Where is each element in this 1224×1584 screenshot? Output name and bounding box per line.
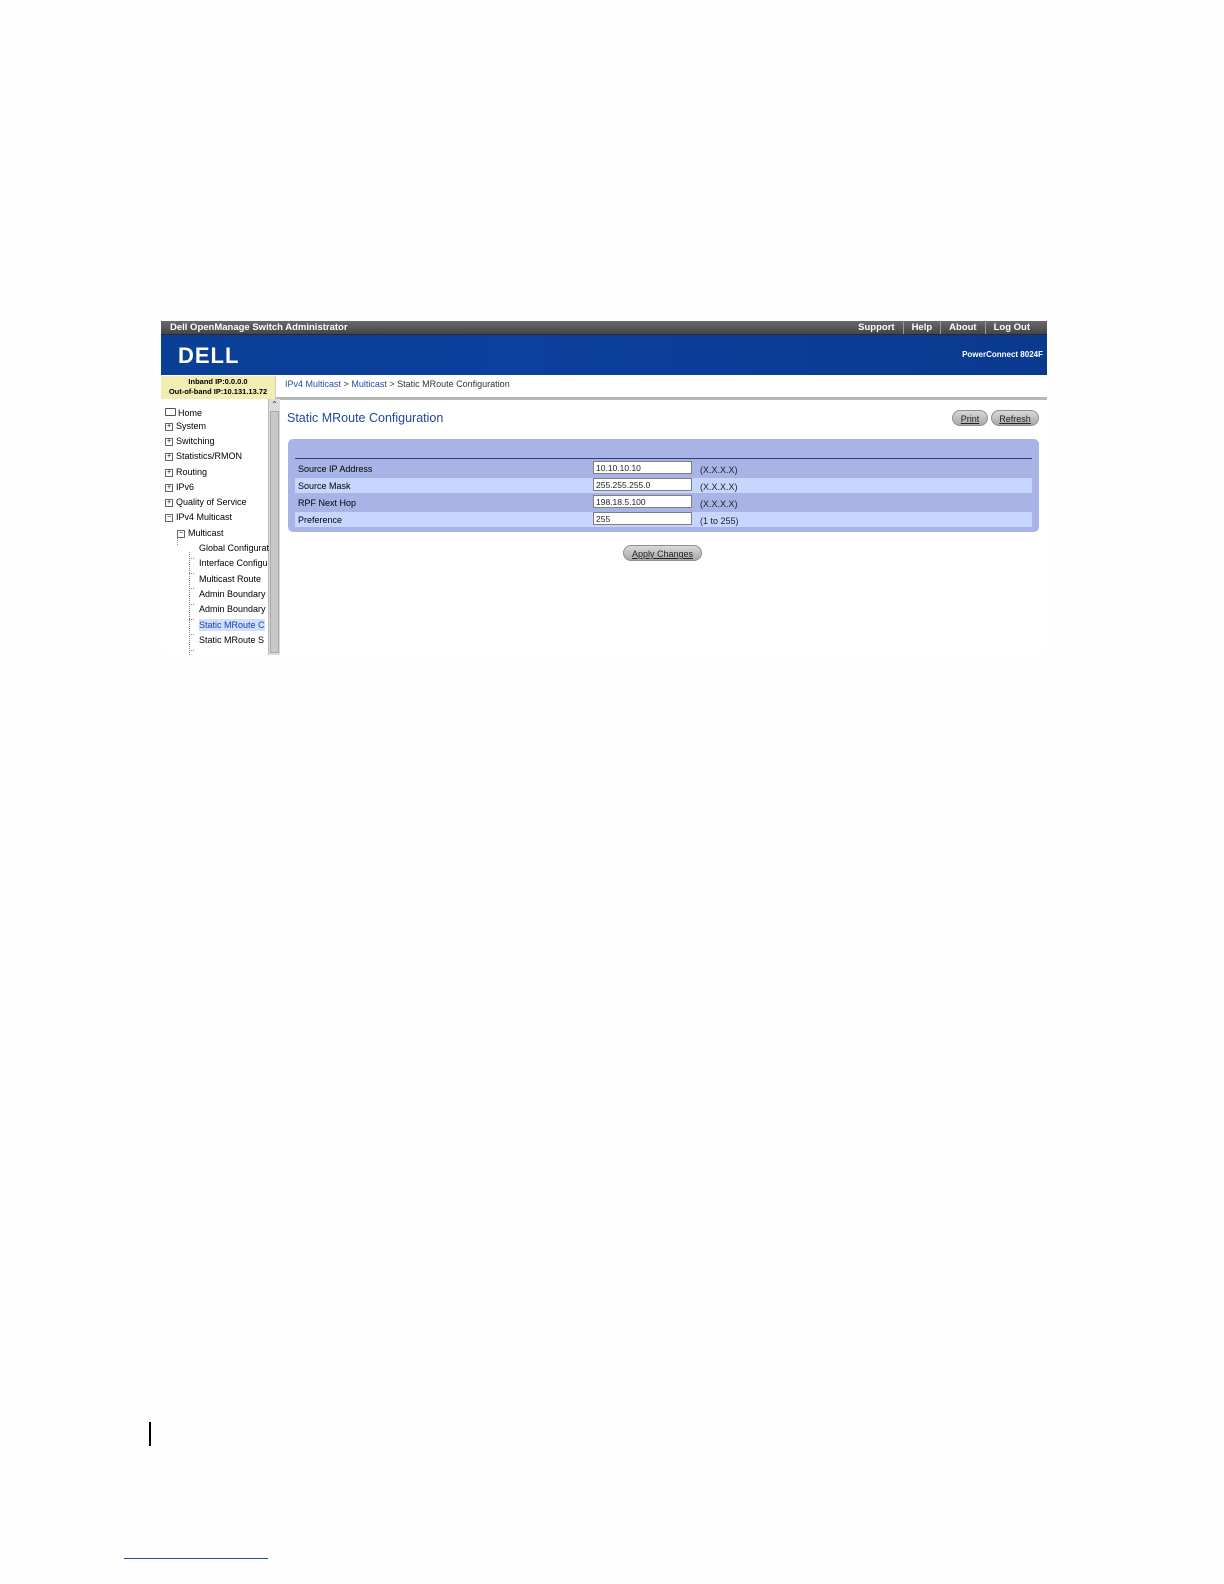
sidebar-item-label: Admin Boundary [199,589,266,599]
config-panel: Source IP Address 10.10.10.10 (X.X.X.X) … [288,439,1039,532]
sidebar-item-label: Routing [176,467,208,477]
collapse-icon[interactable]: − [165,514,173,522]
sidebar-item-label: IPv6 [176,482,195,492]
refresh-button[interactable]: Refresh [991,410,1039,426]
expand-icon[interactable]: + [165,423,173,431]
sidebar-item-qos[interactable]: + Quality of Service [165,496,247,508]
field-label: Source IP Address [298,464,373,474]
page-title: Static MRoute Configuration [287,411,444,425]
preference-input[interactable]: 255 [593,512,692,525]
help-link[interactable]: Help [902,321,941,334]
field-row-source-ip: Source IP Address 10.10.10.10 (X.X.X.X) [295,461,1032,476]
sidebar-item-multicast-route[interactable]: Multicast Route [199,573,261,585]
field-hint: (X.X.X.X) [700,465,738,475]
sidebar-item-ipv4-multicast[interactable]: − IPv4 Multicast [165,511,232,523]
sidebar-item-label: Admin Boundary [199,604,266,614]
sidebar-scrollbar[interactable]: ⌃ [268,399,280,655]
sidebar-item-static-mroute-config[interactable]: Static MRoute C [199,619,265,631]
ip-info-box: Inband IP:0.0.0.0 Out-of-band IP:10.131.… [161,376,276,399]
field-row-preference: Preference 255 (1 to 255) [295,512,1032,527]
expand-icon[interactable]: + [165,499,173,507]
field-label: Source Mask [298,481,351,491]
footnote-rule [124,1558,268,1559]
expand-icon[interactable]: + [165,484,173,492]
apply-changes-button[interactable]: Apply Changes [623,545,702,561]
field-hint: (X.X.X.X) [700,482,738,492]
breadcrumb-current: Static MRoute Configuration [397,379,510,389]
collapse-icon[interactable]: − [177,530,185,538]
sidebar-item-label: System [176,421,207,431]
sidebar-item-routing[interactable]: + Routing [165,466,207,478]
scroll-thumb[interactable] [270,411,279,653]
source-ip-input[interactable]: 10.10.10.10 [593,461,692,474]
sidebar-item-global-config[interactable]: Global Configurat [199,542,269,554]
tree-line [189,634,194,635]
sidebar-item-label: Home [178,408,203,418]
sidebar-item-static-mroute-summary[interactable]: Static MRoute S [199,634,264,646]
expand-icon[interactable]: + [165,453,173,461]
brand-bar: DELL PowerConnect 8024F [161,335,1047,375]
tree-line [189,558,194,559]
main-content: Static MRoute Configuration Print Refres… [280,400,1047,655]
field-hint: (1 to 255) [700,516,739,526]
sidebar-item-label: Quality of Service [176,497,247,507]
sidebar-item-admin-boundary[interactable]: Admin Boundary [199,588,266,600]
field-row-rpf-next-hop: RPF Next Hop 198.18.5.100 (X.X.X.X) [295,495,1032,510]
breadcrumb-multicast[interactable]: Multicast [351,379,387,389]
sidebar-item-system[interactable]: + System [165,420,206,432]
field-label: Preference [298,515,343,525]
sidebar-item-label: Global Configurat [199,543,270,553]
inband-ip: Inband IP:0.0.0.0 [188,377,248,386]
breadcrumb-separator: > [343,379,349,389]
out-of-band-ip: Out-of-band IP:10.131.13.72 [168,387,268,396]
tree-line [189,588,194,589]
sidebar-item-home[interactable]: Home [165,407,202,419]
sidebar-item-statistics-rmon[interactable]: + Statistics/RMON [165,450,242,462]
margin-bar [149,1422,151,1446]
panel-divider [295,458,1032,459]
about-link[interactable]: About [940,321,984,334]
sidebar-item-label: Multicast [188,528,224,538]
breadcrumb-separator: > [389,379,395,389]
sidebar-item-ipv6[interactable]: + IPv6 [165,481,194,493]
scroll-up-icon[interactable]: ⌃ [270,400,279,409]
logout-link[interactable]: Log Out [984,321,1038,334]
sidebar-item-label: Static MRoute C [199,620,265,630]
rpf-next-hop-input[interactable]: 198.18.5.100 [593,495,692,508]
sidebar-item-admin-boundary-2[interactable]: Admin Boundary [199,603,266,615]
sidebar-item-label: Statistics/RMON [176,451,243,461]
sidebar-item-label: Interface Configu [199,558,268,568]
model-name: PowerConnect 8024F [962,350,1043,359]
sidebar-item-label: Multicast Route [199,574,262,584]
top-bar: Dell OpenManage Switch Administrator Sup… [161,321,1047,335]
sidebar-item-label: Static MRoute S [199,635,265,645]
dell-logo: DELL [178,343,240,368]
home-icon [165,408,176,416]
source-mask-input[interactable]: 255.255.255.0 [593,478,692,491]
field-label: RPF Next Hop [298,498,357,508]
expand-icon[interactable]: + [165,438,173,446]
sidebar-item-switching[interactable]: + Switching [165,435,215,447]
print-button[interactable]: Print [952,410,988,426]
tree-line [189,604,194,605]
tree-line [189,619,194,620]
app-title: Dell OpenManage Switch Administrator [170,322,348,333]
top-links: Support Help About Log Out [850,321,1038,334]
field-hint: (X.X.X.X) [700,499,738,509]
breadcrumb-ipv4-multicast[interactable]: IPv4 Multicast [285,379,341,389]
sidebar-item-interface-config[interactable]: Interface Configu [199,557,268,569]
app-window: Dell OpenManage Switch Administrator Sup… [161,321,1047,655]
breadcrumb: IPv4 Multicast > Multicast > Static MRou… [285,379,510,389]
support-link[interactable]: Support [850,321,902,334]
sidebar-item-multicast[interactable]: − Multicast [177,527,224,539]
tree-line [189,573,194,574]
sidebar-item-label: IPv4 Multicast [176,512,233,522]
sidebar-item-label: Switching [176,436,215,446]
tree-line [189,650,194,651]
expand-icon[interactable]: + [165,469,173,477]
field-row-source-mask: Source Mask 255.255.255.0 (X.X.X.X) [295,478,1032,493]
